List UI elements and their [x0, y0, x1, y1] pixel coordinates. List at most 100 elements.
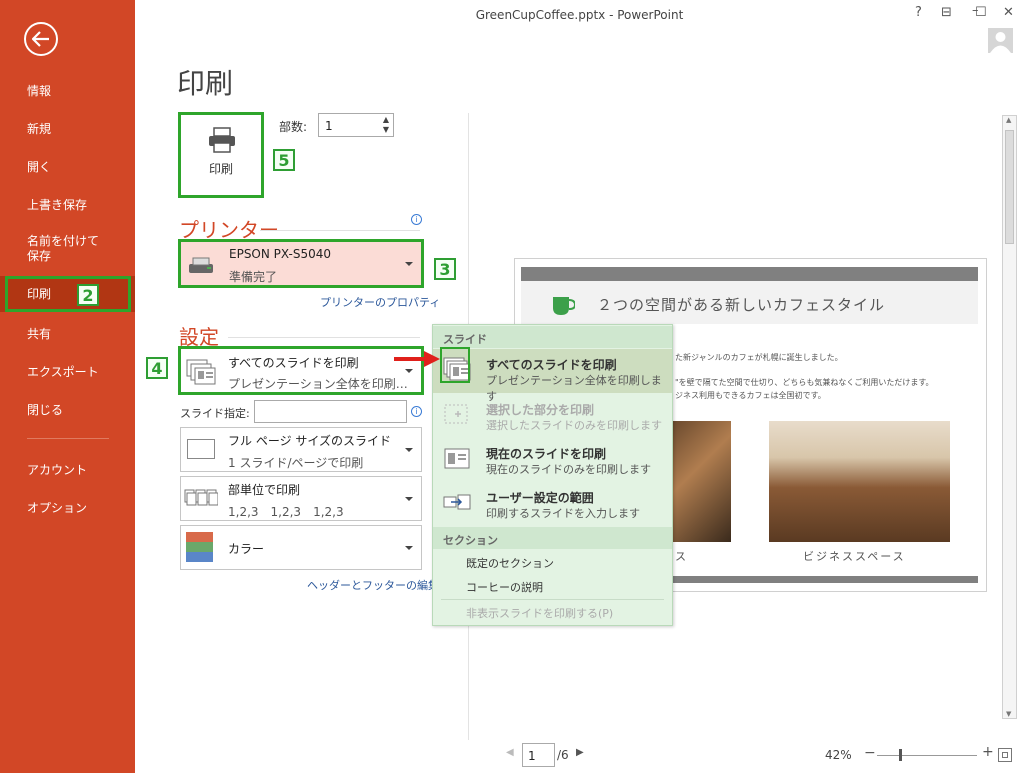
- layout-title: フル ページ サイズのスライド: [228, 434, 392, 448]
- back-button[interactable]: [24, 22, 58, 56]
- nav-close[interactable]: 閉じる: [0, 401, 135, 418]
- user-avatar[interactable]: [988, 28, 1013, 53]
- zoom-slider-thumb[interactable]: [899, 749, 902, 761]
- nav-account[interactable]: アカウント: [0, 461, 135, 478]
- sidebar-divider: [27, 438, 109, 439]
- vertical-scrollbar[interactable]: ▲ ▼: [1002, 115, 1017, 719]
- scroll-down-icon[interactable]: ▼: [1006, 710, 1011, 718]
- title-bar: GreenCupCoffee.pptx - PowerPoint ? ⊟ – ☐…: [135, 0, 1024, 30]
- copies-label: 部数:: [279, 120, 308, 134]
- menu-section-default[interactable]: 既定のセクション: [466, 555, 554, 571]
- menu-item-subtitle: 選択したスライドのみを印刷します: [486, 419, 662, 432]
- fit-to-window-icon[interactable]: [998, 748, 1012, 762]
- menu-divider: [441, 599, 664, 600]
- scrollbar-thumb[interactable]: [1005, 130, 1014, 244]
- menu-item-subtitle: 印刷するスライドを入力します: [486, 507, 640, 520]
- next-page-icon[interactable]: ▶: [576, 747, 584, 758]
- caption-right: ビジネススペース: [803, 550, 906, 563]
- layout-subtitle: 1 スライド/ページで印刷: [228, 456, 364, 470]
- zoom-in-button[interactable]: +: [982, 744, 994, 760]
- callout-3: 3: [434, 258, 456, 280]
- nav-new[interactable]: 新規: [0, 120, 135, 137]
- printer-name: EPSON PX-S5040: [229, 247, 332, 261]
- printer-properties-link[interactable]: プリンターのプロパティ: [320, 294, 440, 310]
- collate-dropdown[interactable]: 部単位で印刷 1,2,3 1,2,3 1,2,3: [180, 476, 422, 521]
- layout-dropdown[interactable]: フル ページ サイズのスライド 1 スライド/ページで印刷: [180, 427, 422, 472]
- copies-stepper[interactable]: 1 ▲ ▼: [318, 113, 394, 137]
- menu-item-title: 選択した部分を印刷: [486, 403, 595, 417]
- prev-page-icon[interactable]: ◀: [506, 747, 514, 758]
- nav-save[interactable]: 上書き保存: [0, 196, 135, 213]
- scroll-up-icon[interactable]: ▲: [1006, 116, 1011, 124]
- all-slides-icon: [186, 359, 216, 385]
- header-footer-link[interactable]: ヘッダーとフッターの編集: [307, 577, 439, 593]
- page-number-input[interactable]: 1: [522, 743, 555, 767]
- chevron-down-icon: [405, 447, 413, 452]
- close-button[interactable]: ✕: [1003, 5, 1014, 20]
- back-arrow-icon: [32, 31, 49, 47]
- printer-device-icon: [189, 257, 213, 273]
- slides-label: スライド指定:: [180, 407, 250, 420]
- menu-item-subtitle: 現在のスライドのみを印刷します: [486, 463, 651, 476]
- menu-item-title: 現在のスライドを印刷: [486, 447, 607, 461]
- slide-header: ２つの空間がある新しいカフェスタイル: [521, 281, 978, 324]
- menu-header-sections: セクション: [433, 527, 672, 549]
- print-range-title: すべてのスライドを印刷: [228, 356, 359, 370]
- print-button[interactable]: 印刷: [178, 112, 264, 198]
- print-button-label: 印刷: [208, 162, 233, 176]
- printer-dropdown[interactable]: EPSON PX-S5040 準備完了: [178, 239, 424, 288]
- spin-down-icon[interactable]: ▼: [383, 125, 389, 134]
- nav-info[interactable]: 情報: [0, 82, 135, 99]
- nav-options[interactable]: オプション: [0, 499, 135, 516]
- slides-input[interactable]: [254, 400, 407, 423]
- slide-text-1: た新ジャンルのカフェが札幌に誕生しました。: [675, 353, 843, 362]
- printer-section-divider: [260, 230, 420, 231]
- menu-item-title: すべてのスライドを印刷: [486, 358, 617, 372]
- help-button[interactable]: ?: [915, 5, 922, 20]
- menu-section-coffee[interactable]: コーヒーの説明: [466, 579, 543, 595]
- slides-info-icon[interactable]: i: [411, 406, 422, 417]
- highlight-print-nav: [5, 276, 131, 312]
- caption-left: ス: [675, 550, 686, 563]
- menu-item-title: ユーザー設定の範囲: [486, 491, 594, 505]
- backstage-sidebar: 情報 新規 開く 上書き保存 名前を付けて 保存 印刷 共有 エクスポート 閉じ…: [0, 0, 135, 773]
- user-icon: [990, 32, 1011, 53]
- cafe-photo-left: [673, 421, 731, 542]
- info-icon[interactable]: i: [411, 214, 422, 225]
- cafe-photo-right: [769, 421, 950, 542]
- chevron-down-icon: [405, 261, 413, 266]
- menu-header-slides: スライド: [433, 326, 672, 348]
- print-range-dropdown[interactable]: すべてのスライドを印刷 プレゼンテーション全体を印刷…: [178, 346, 424, 395]
- color-swatch-icon: [186, 532, 213, 562]
- collate-title: 部単位で印刷: [228, 483, 301, 497]
- spin-up-icon[interactable]: ▲: [383, 115, 389, 124]
- slide-text-3: ジネス利用もできるカフェは全国初です。: [675, 391, 826, 400]
- window-title: GreenCupCoffee.pptx - PowerPoint: [475, 8, 684, 22]
- nav-open[interactable]: 開く: [0, 158, 135, 175]
- ribbon-display-button[interactable]: ⊟: [941, 5, 952, 20]
- nav-save-as[interactable]: 名前を付けて 保存: [0, 234, 135, 264]
- printer-icon: [209, 127, 235, 153]
- settings-section-divider: [228, 337, 420, 338]
- zoom-out-button[interactable]: −: [864, 745, 876, 761]
- chevron-down-icon: [405, 545, 413, 550]
- callout-4: 4: [146, 357, 168, 379]
- selection-icon: [444, 404, 468, 424]
- color-dropdown[interactable]: カラー: [180, 525, 422, 570]
- menu-item-current-slide[interactable]: 現在のスライドを印刷 現在のスライドのみを印刷します: [433, 438, 672, 482]
- color-title: カラー: [228, 542, 265, 556]
- callout-2: 2: [77, 284, 99, 306]
- maximize-button[interactable]: ☐: [975, 5, 987, 20]
- callout-5: 5: [273, 149, 295, 171]
- nav-share[interactable]: 共有: [0, 325, 135, 342]
- chevron-down-icon: [405, 496, 413, 501]
- menu-print-hidden: 非表示スライドを印刷する(P): [466, 607, 614, 620]
- custom-range-icon: [443, 494, 471, 510]
- red-arrow-icon: [394, 351, 440, 367]
- highlight-menu-icon: [440, 347, 470, 383]
- collate-subtitle: 1,2,3 1,2,3 1,2,3: [228, 505, 344, 519]
- zoom-slider[interactable]: [877, 755, 977, 756]
- nav-export[interactable]: エクスポート: [0, 363, 135, 380]
- menu-item-custom-range[interactable]: ユーザー設定の範囲 印刷するスライドを入力します: [433, 482, 672, 526]
- chevron-down-icon: [405, 368, 413, 373]
